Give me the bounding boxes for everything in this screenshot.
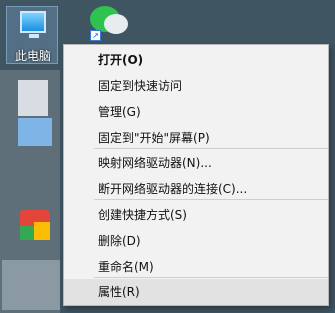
menu-item-delete[interactable]: 删除(D)	[64, 228, 328, 254]
this-pc-shortcut[interactable]: 此电脑	[6, 6, 58, 64]
menu-item-properties[interactable]: 属性(R)	[64, 279, 328, 305]
shortcut-arrow-icon: ↗	[90, 30, 101, 41]
blurred-icon	[18, 80, 48, 116]
menu-item-manage[interactable]: 管理(G)	[64, 99, 328, 125]
blurred-icon	[2, 260, 60, 310]
blurred-icon	[18, 118, 52, 146]
blurred-icon	[20, 226, 34, 240]
computer-icon	[20, 11, 46, 33]
menu-item-create-shortcut[interactable]: 创建快捷方式(S)	[64, 202, 328, 228]
menu-separator	[94, 277, 328, 278]
menu-separator	[94, 148, 328, 149]
menu-item-open[interactable]: 打开(O)	[64, 47, 328, 73]
blurred-icon	[34, 222, 50, 240]
menu-separator	[94, 199, 328, 200]
computer-stand	[29, 34, 39, 38]
context-menu: 打开(O) 固定到快速访问 管理(G) 固定到"开始"屏幕(P) 映射网络驱动器…	[63, 44, 329, 306]
wechat-bubble	[104, 14, 128, 34]
this-pc-label: 此电脑	[14, 49, 51, 63]
menu-item-pin-quick-access[interactable]: 固定到快速访问	[64, 73, 328, 99]
menu-item-map-drive[interactable]: 映射网络驱动器(N)...	[64, 150, 328, 176]
